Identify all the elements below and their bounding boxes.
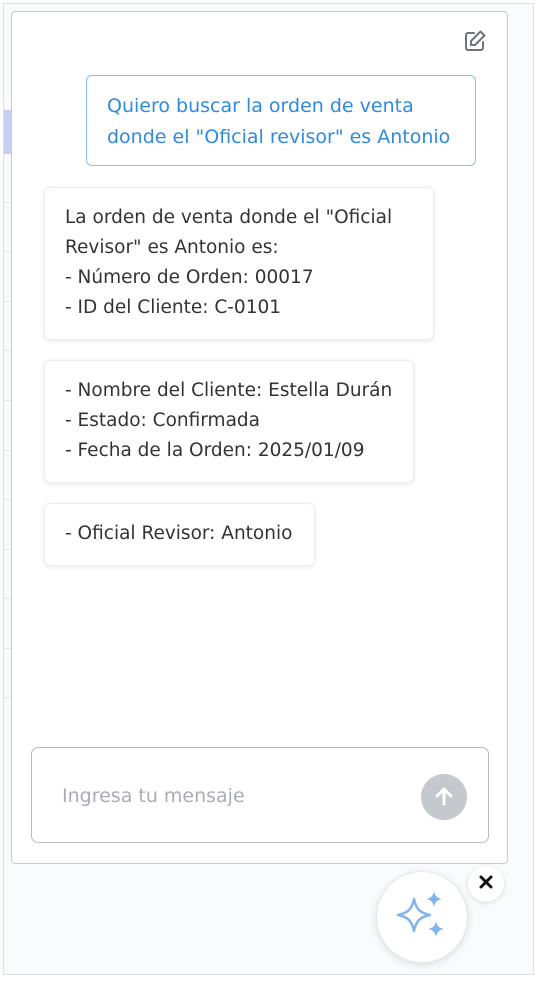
user-message: Quiero buscar la orden de venta donde el… [86, 75, 476, 166]
chat-panel: Quiero buscar la orden de venta donde el… [11, 11, 508, 864]
message-list: Quiero buscar la orden de venta donde el… [12, 12, 507, 863]
message-input[interactable] [62, 774, 402, 818]
assistant-launcher-button[interactable] [376, 871, 468, 963]
arrow-up-icon [432, 784, 456, 811]
sparkles-icon [392, 885, 452, 949]
send-button[interactable] [421, 774, 467, 820]
bot-message: La orden de venta donde el "Oficial Revi… [44, 187, 434, 340]
close-icon [478, 874, 494, 894]
bot-message: - Nombre del Cliente: Estella Durán - Es… [44, 360, 414, 483]
bot-message: - Oficial Revisor: Antonio [44, 503, 315, 566]
close-button[interactable] [468, 866, 504, 902]
message-composer [31, 747, 489, 843]
